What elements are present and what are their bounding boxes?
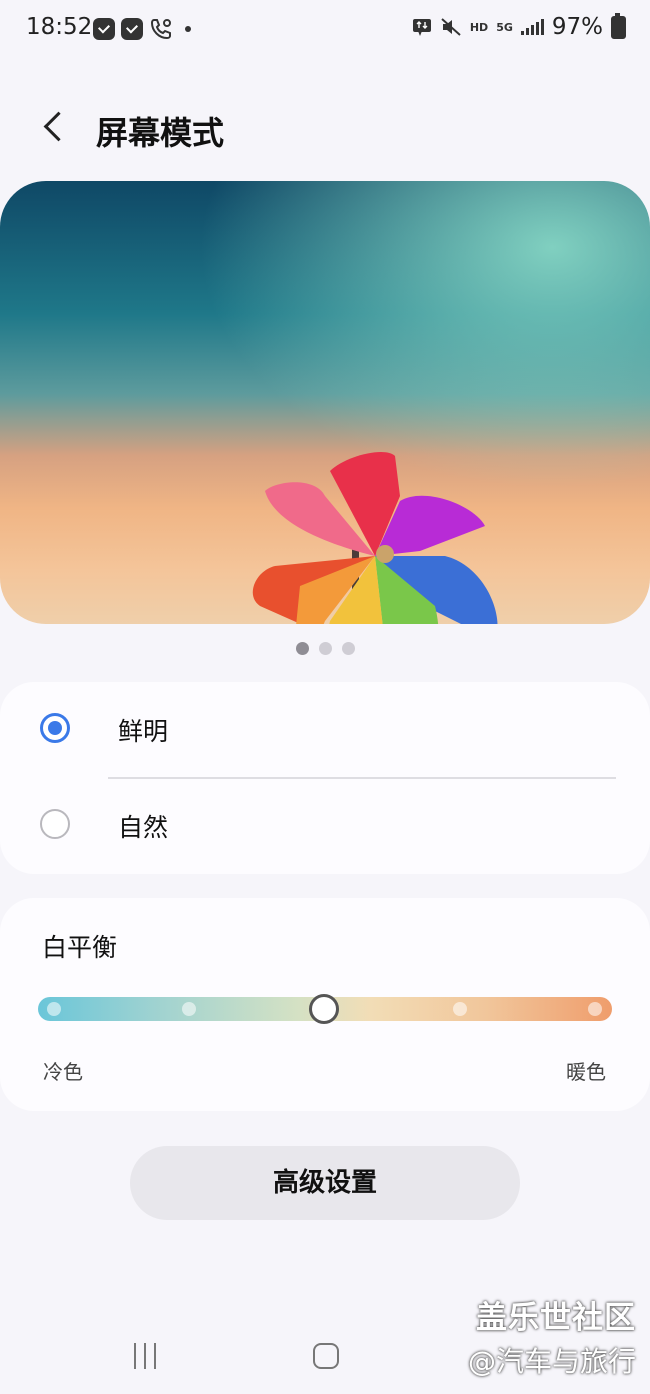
- radio-vivid[interactable]: [40, 713, 70, 743]
- network-type: 5G: [496, 20, 513, 34]
- home-button[interactable]: [313, 1343, 339, 1369]
- back-button[interactable]: [34, 106, 74, 150]
- preview-image: [0, 181, 650, 624]
- pinwheel-graphic: [252, 451, 498, 624]
- notification-icons: [93, 17, 191, 41]
- status-bar: 18:52 HD 5G 97%: [0, 0, 650, 60]
- option-natural-label: 自然: [118, 813, 169, 842]
- watermark-community: 盖乐世社区: [476, 1300, 636, 1336]
- battery-percent: 97%: [551, 14, 603, 40]
- option-vivid[interactable]: 鲜明: [0, 682, 650, 779]
- notification-app-icon: [93, 18, 115, 40]
- slider-step: [182, 1002, 196, 1016]
- option-natural[interactable]: 自然: [0, 778, 650, 874]
- signal-icon: [520, 19, 544, 35]
- slider-step: [588, 1002, 602, 1016]
- data-transfer-icon: [412, 19, 431, 36]
- wifi-call-icon: [150, 19, 171, 40]
- cool-label: 冷色: [43, 1060, 83, 1084]
- pager-dot-active[interactable]: [295, 642, 309, 655]
- white-balance-card: 白平衡 冷色 暖色: [0, 898, 650, 1111]
- status-icons: HD 5G 97%: [412, 12, 626, 40]
- advanced-settings-button[interactable]: 高级设置: [130, 1146, 520, 1220]
- hd-indicator: HD: [469, 20, 489, 34]
- header: 屏幕模式: [0, 88, 650, 168]
- preview-pager[interactable]: [0, 642, 650, 655]
- screen-mode-card: 鲜明 自然: [0, 682, 650, 874]
- recent-apps-button[interactable]: [132, 1343, 158, 1369]
- page-title: 屏幕模式: [96, 114, 225, 152]
- mute-icon: [441, 18, 461, 36]
- battery-icon: [611, 12, 626, 39]
- radio-natural[interactable]: [40, 809, 70, 839]
- status-time: 18:52: [26, 14, 93, 40]
- more-notifications-icon: [185, 26, 191, 32]
- watermark-author: @汽车与旅行: [467, 1345, 636, 1378]
- pager-dot[interactable]: [341, 642, 355, 655]
- notification-app-icon: [121, 18, 143, 40]
- slider-step: [453, 1002, 467, 1016]
- pager-dot[interactable]: [318, 642, 332, 655]
- warm-label: 暖色: [566, 1060, 606, 1084]
- white-balance-thumb[interactable]: [309, 994, 339, 1024]
- slider-step: [47, 1002, 61, 1016]
- option-vivid-label: 鲜明: [118, 717, 169, 746]
- white-balance-title: 白平衡: [42, 933, 118, 962]
